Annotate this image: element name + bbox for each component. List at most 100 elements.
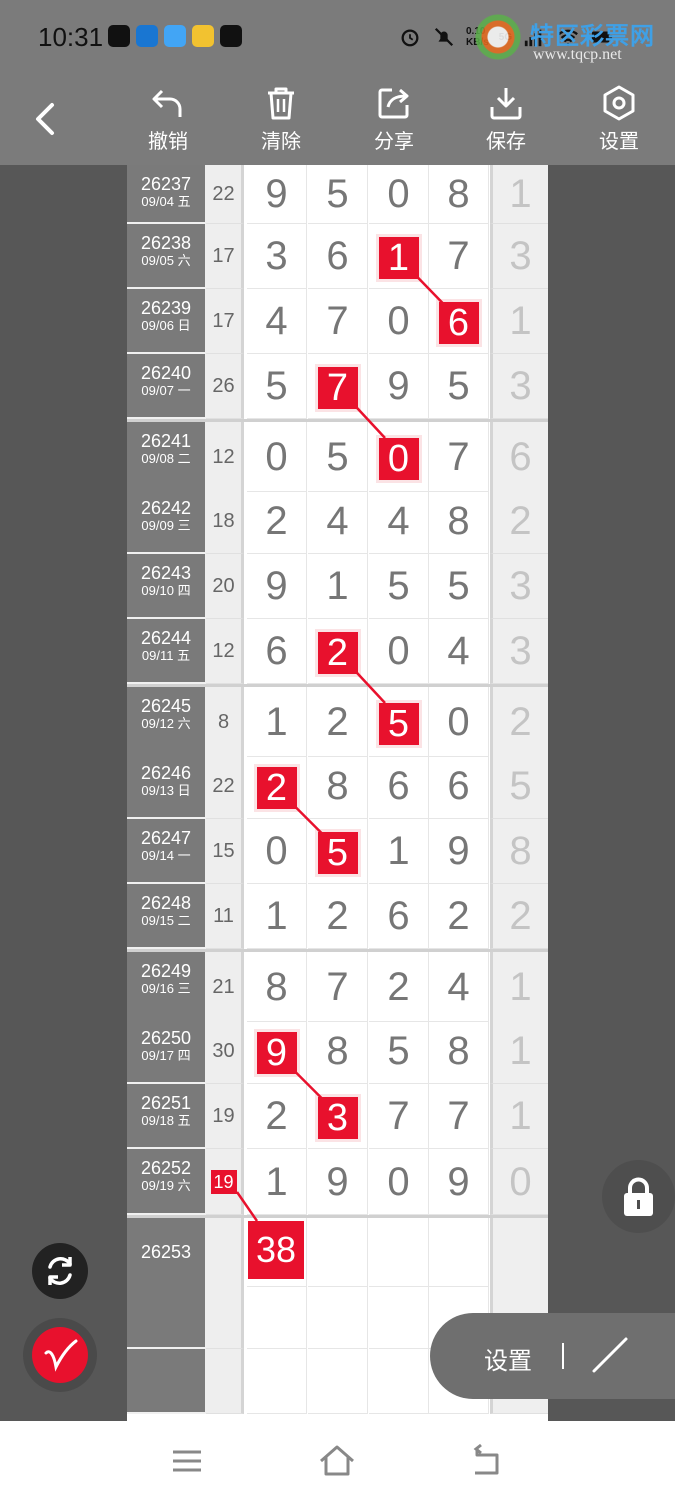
digit-cell[interactable]: 6 [247,619,307,684]
digit-cell[interactable]: 1 [369,224,429,289]
digit-cell[interactable]: 4 [429,952,489,1022]
digit-cell[interactable] [247,1349,307,1414]
digit-cell[interactable]: 4 [369,489,429,554]
digit-cell[interactable]: 0 [369,289,429,354]
sum-cell[interactable]: 18 [206,489,244,554]
digit-cell[interactable]: 5 [429,554,489,619]
share-button[interactable]: 分享 [354,85,434,161]
digit-cell[interactable]: 7 [429,1084,489,1149]
digit-cell[interactable]: 7 [429,422,489,492]
digit-cell[interactable] [308,1284,368,1349]
digit-cell[interactable]: 0 [247,819,307,884]
digit-cell[interactable] [308,1349,368,1414]
digit-cell[interactable]: 7 [308,354,368,419]
digit-cell[interactable]: 2 [247,489,307,554]
digit-cell[interactable]: 5 [308,819,368,884]
undo-button[interactable]: 撤销 [128,85,208,161]
digit-cell[interactable]: 9 [429,1149,489,1215]
digit-cell[interactable]: 6 [429,754,489,819]
sum-cell[interactable]: 12 [206,422,244,492]
digit-cell[interactable]: 8 [247,952,307,1022]
lock-button[interactable] [602,1160,675,1233]
digit-cell[interactable] [369,1218,429,1287]
sum-cell[interactable]: 19 [206,1149,244,1215]
digit-cell[interactable]: 6 [369,884,429,949]
lottery-trend-grid[interactable]: 26237 09/04 五 22 9 5 0 8 1 26238 09/05 六 17 3 6 1 7 3 26… [127,165,548,1421]
digit-cell[interactable] [247,1284,307,1349]
digit-cell[interactable]: 9 [247,165,307,224]
sum-cell[interactable]: 22 [206,165,244,224]
digit-cell[interactable]: 5 [429,354,489,419]
digit-cell[interactable]: 7 [308,289,368,354]
digit-cell[interactable]: 2 [308,687,368,757]
digit-cell[interactable]: 1 [247,884,307,949]
digit-cell[interactable]: 1 [247,1149,307,1215]
digit-cell[interactable]: 5 [308,165,368,224]
digit-cell[interactable]: 9 [247,554,307,619]
sum-cell[interactable]: 30 [206,1019,244,1084]
digit-cell[interactable]: 8 [429,1019,489,1084]
save-button[interactable]: 保存 [466,85,546,161]
clear-button[interactable]: 清除 [241,85,321,161]
digit-cell[interactable]: 9 [429,819,489,884]
digit-cell[interactable]: 6 [429,289,489,354]
digit-cell[interactable]: 0 [247,422,307,492]
digit-cell[interactable]: 1 [247,687,307,757]
digit-cell[interactable]: 7 [369,1084,429,1149]
digit-cell[interactable] [369,1284,429,1349]
sum-cell[interactable]: 17 [206,224,244,289]
sum-cell[interactable] [206,1349,244,1414]
sum-cell[interactable]: 8 [206,687,244,757]
digit-cell[interactable]: 8 [429,165,489,224]
digit-cell[interactable]: 8 [429,489,489,554]
menu-icon[interactable] [167,1441,207,1481]
digit-cell[interactable]: 0 [369,165,429,224]
digit-cell[interactable]: 0 [369,422,429,492]
digit-cell[interactable]: 1 [308,554,368,619]
refresh-button[interactable] [32,1243,88,1299]
digit-cell[interactable]: 4 [429,619,489,684]
digit-cell[interactable]: 5 [369,1019,429,1084]
digit-cell[interactable]: 3 [247,224,307,289]
digit-cell[interactable]: 2 [369,952,429,1022]
settings-button[interactable]: 设置 [579,85,659,161]
sum-cell[interactable]: 12 [206,619,244,684]
digit-cell[interactable]: 0 [369,1149,429,1215]
digit-cell[interactable]: 2 [247,754,307,819]
digit-cell[interactable]: 9 [369,354,429,419]
digit-cell[interactable]: 8 [308,1019,368,1084]
digit-cell[interactable]: 1 [369,819,429,884]
digit-cell[interactable]: 2 [247,1084,307,1149]
digit-cell[interactable]: 5 [369,687,429,757]
digit-cell[interactable]: 5 [308,422,368,492]
sum-cell[interactable] [206,1218,244,1287]
digit-cell[interactable]: 2 [429,884,489,949]
sum-cell[interactable] [206,1284,244,1349]
pen-button[interactable] [23,1318,97,1392]
line-tool-icon[interactable] [588,1333,632,1377]
digit-cell[interactable]: 2 [308,619,368,684]
home-icon[interactable] [317,1441,357,1481]
digit-cell[interactable]: 6 [369,754,429,819]
digit-cell[interactable]: 5 [369,554,429,619]
digit-cell[interactable]: 9 [308,1149,368,1215]
digit-cell[interactable]: 2 [308,884,368,949]
draw-settings-button[interactable]: 设置 [484,1341,532,1376]
sum-cell[interactable]: 17 [206,289,244,354]
sum-cell[interactable]: 15 [206,819,244,884]
back-button[interactable] [24,97,68,141]
digit-cell[interactable]: 3 [308,1084,368,1149]
digit-cell[interactable]: 4 [247,289,307,354]
digit-cell[interactable]: 0 [429,687,489,757]
back-nav-icon[interactable] [467,1441,507,1481]
sum-cell[interactable]: 20 [206,554,244,619]
digit-cell[interactable]: 9 [247,1019,307,1084]
sum-cell[interactable]: 22 [206,754,244,819]
digit-cell[interactable]: 6 [308,224,368,289]
digit-cell[interactable]: 8 [308,754,368,819]
sum-cell[interactable]: 26 [206,354,244,419]
digit-cell[interactable]: 7 [308,952,368,1022]
digit-cell[interactable]: 5 [247,354,307,419]
sum-cell[interactable]: 21 [206,952,244,1022]
sum-cell[interactable]: 11 [206,884,244,949]
